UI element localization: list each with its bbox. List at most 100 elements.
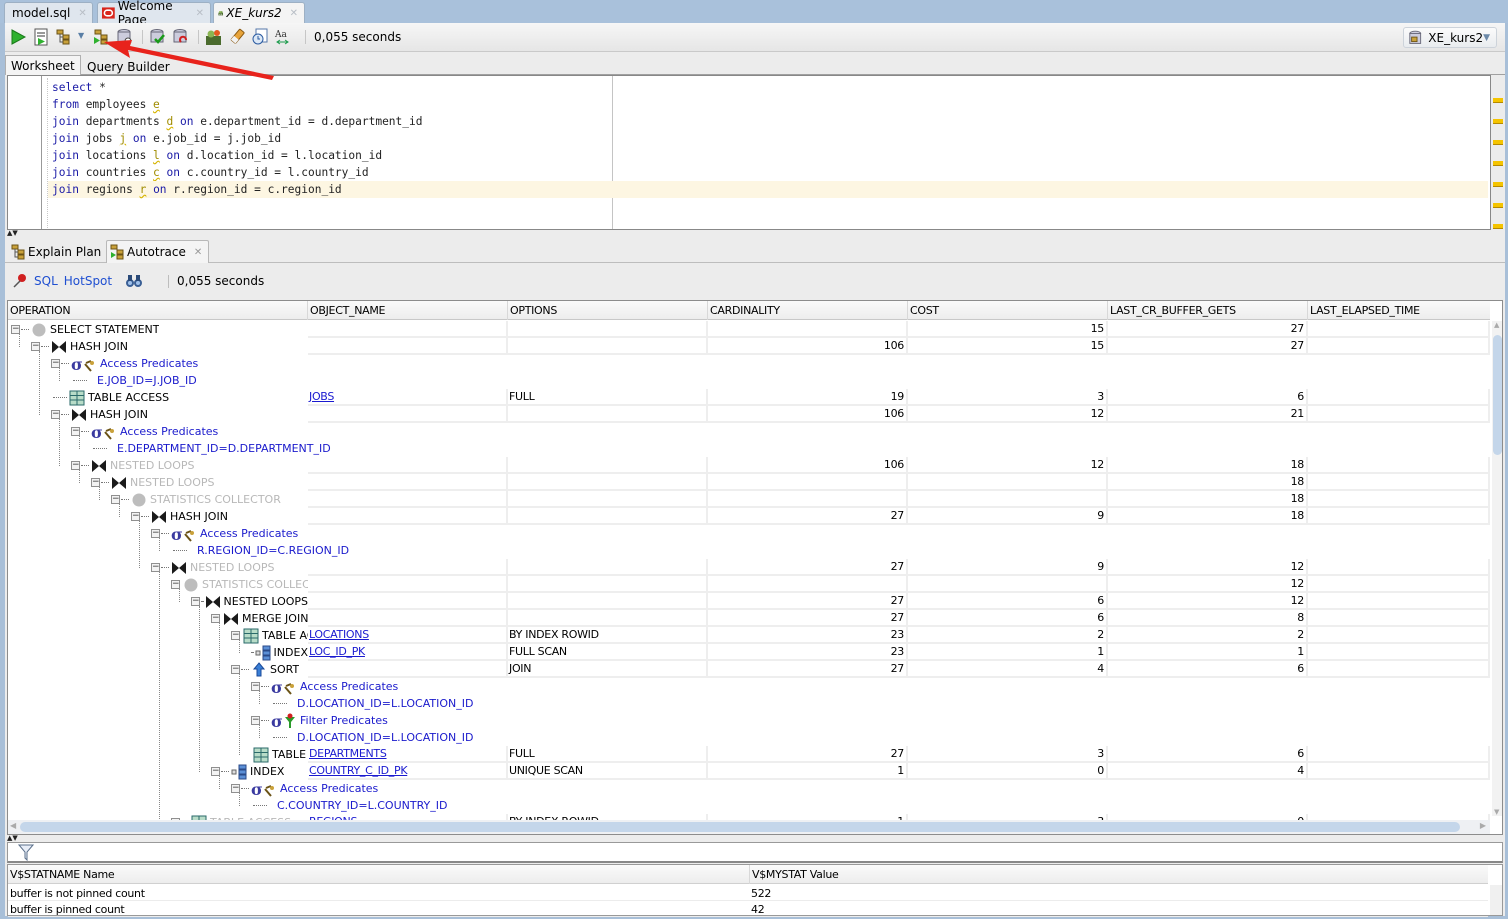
plan-row[interactable]: D.LOCATION_ID=L.LOCATION_ID bbox=[8, 695, 1490, 712]
plan-row[interactable]: 106 12 18 − NESTED LOOPS bbox=[8, 457, 1490, 474]
plan-row[interactable]: − σ Filter Predicates bbox=[8, 712, 1490, 729]
plan-row[interactable]: 15 27 − SELECT STATEMENT bbox=[8, 321, 1490, 338]
cell-object-name[interactable]: LOCATIONS bbox=[308, 627, 508, 644]
plan-row[interactable]: E.JOB_ID=J.JOB_ID bbox=[8, 372, 1490, 389]
column-header-statname[interactable]: V$STATNAME Name bbox=[8, 865, 116, 884]
code-line[interactable]: join regions r on r.region_id = c.region… bbox=[48, 181, 1488, 198]
column-header-last-cr-buffer-gets[interactable]: LAST_CR_BUFFER_GETS bbox=[1108, 301, 1308, 320]
tab-autotrace[interactable]: Autotrace ✕ bbox=[106, 240, 210, 263]
collapse-toggle-icon[interactable]: − bbox=[51, 410, 60, 419]
close-icon[interactable]: ✕ bbox=[78, 8, 86, 19]
column-header-last-elapsed-time[interactable]: LAST_ELAPSED_TIME bbox=[1308, 301, 1490, 320]
plan-row[interactable]: LOCATIONSBY INDEX ROWID2322−TABLE ACCESS bbox=[8, 627, 1490, 644]
run-statement-icon[interactable] bbox=[9, 28, 27, 46]
plan-row[interactable]: 106 15 27 − HASH JOIN bbox=[8, 338, 1490, 355]
column-header-options[interactable]: OPTIONS bbox=[508, 301, 708, 320]
scroll-left-icon[interactable]: ◀ bbox=[10, 821, 16, 830]
warning-marker[interactable] bbox=[1493, 182, 1503, 187]
plan-row[interactable]: DEPARTMENTSFULL2736 TABLE ACCESS bbox=[8, 746, 1490, 763]
warning-marker[interactable] bbox=[1493, 140, 1503, 145]
collapse-toggle-icon[interactable]: − bbox=[191, 597, 200, 606]
plan-row[interactable]: − σ Access Predicates bbox=[8, 355, 1490, 372]
scroll-up-icon[interactable]: ▲ bbox=[1494, 321, 1499, 329]
collapse-toggle-icon[interactable]: − bbox=[171, 580, 180, 589]
warning-marker[interactable] bbox=[1493, 119, 1503, 124]
clear-icon[interactable] bbox=[228, 28, 246, 46]
collapse-toggle-icon[interactable]: − bbox=[51, 359, 60, 368]
collapse-toggle-icon[interactable]: − bbox=[231, 631, 240, 640]
filter-icon[interactable] bbox=[18, 844, 34, 861]
plan-row[interactable]: D.LOCATION_ID=L.LOCATION_ID bbox=[8, 729, 1490, 746]
tab-model-sql[interactable]: SQL model.sql ✕ bbox=[4, 2, 93, 23]
rollback-icon[interactable] bbox=[172, 28, 190, 46]
code-line[interactable]: join countries c on c.country_id = l.cou… bbox=[52, 164, 369, 181]
plan-row[interactable]: 27 6 12 − NESTED LOOPS bbox=[8, 593, 1490, 610]
sql-history-icon[interactable] bbox=[251, 28, 269, 46]
collapse-toggle-icon[interactable]: − bbox=[151, 529, 160, 538]
collapse-toggle-icon[interactable]: − bbox=[111, 495, 120, 504]
cell-object-name[interactable]: COUNTRY_C_ID_PK bbox=[308, 763, 508, 780]
vertical-scrollbar[interactable] bbox=[1490, 885, 1502, 915]
collapse-toggle-icon[interactable]: − bbox=[71, 427, 80, 436]
plan-row[interactable]: 12 − STATISTICS COLLECTOR bbox=[8, 576, 1490, 593]
to-upper-lower-icon[interactable]: Aa bbox=[274, 28, 292, 46]
plan-row[interactable]: − σ Access Predicates bbox=[8, 423, 1490, 440]
unshared-sql-worksheet-icon[interactable] bbox=[205, 28, 223, 46]
tab-worksheet[interactable]: Worksheet bbox=[5, 55, 81, 75]
cell-object-name[interactable]: LOC_ID_PK bbox=[308, 644, 508, 661]
code-line[interactable]: join departments d on e.department_id = … bbox=[52, 113, 423, 130]
code-line[interactable]: select * bbox=[52, 79, 106, 96]
scrollbar-thumb[interactable] bbox=[20, 822, 1460, 832]
plan-row[interactable]: E.DEPARTMENT_ID=D.DEPARTMENT_ID bbox=[8, 440, 1490, 457]
binoculars-icon[interactable] bbox=[125, 273, 143, 289]
collapse-toggle-icon[interactable]: − bbox=[71, 461, 80, 470]
close-icon[interactable]: ✕ bbox=[194, 247, 202, 258]
tab-welcome-page[interactable]: Welcome Page ✕ bbox=[97, 0, 211, 27]
collapse-toggle-icon[interactable]: − bbox=[251, 682, 260, 691]
column-header-cost[interactable]: COST bbox=[908, 301, 1108, 320]
scroll-down-icon[interactable]: ▼ bbox=[1494, 808, 1499, 816]
commit-icon[interactable] bbox=[149, 28, 167, 46]
sql-hotspot-button[interactable]: SQL HotSpot bbox=[12, 273, 112, 289]
horizontal-scrollbar[interactable]: ◀ ▶ bbox=[8, 820, 1490, 834]
plan-row[interactable]: 27 6 8 − MERGE JOIN bbox=[8, 610, 1490, 627]
collapse-toggle-icon[interactable]: − bbox=[91, 478, 100, 487]
plan-row[interactable]: − σ Access Predicates bbox=[8, 678, 1490, 695]
tab-query-builder[interactable]: Query Builder bbox=[82, 57, 175, 77]
plan-row[interactable]: 27 9 12 − NESTED LOOPS bbox=[8, 559, 1490, 576]
code-line[interactable]: join locations l on d.location_id = l.lo… bbox=[52, 147, 382, 164]
column-header-cardinality[interactable]: CARDINALITY bbox=[708, 301, 908, 320]
plan-row[interactable]: JOIN 27 4 6 − SORT bbox=[8, 661, 1490, 678]
warning-marker[interactable] bbox=[1493, 98, 1503, 103]
autotrace-icon[interactable] bbox=[93, 28, 111, 46]
cell-object-name[interactable]: JOBS bbox=[308, 389, 508, 406]
collapse-toggle-icon[interactable]: − bbox=[211, 614, 220, 623]
vertical-scrollbar[interactable]: ▲ ▼ bbox=[1492, 321, 1502, 816]
close-icon[interactable]: ✕ bbox=[290, 8, 298, 19]
collapse-toggle-icon[interactable]: − bbox=[131, 512, 140, 521]
collapse-toggle-icon[interactable]: − bbox=[251, 716, 260, 725]
cell-object-name[interactable]: DEPARTMENTS bbox=[308, 746, 508, 763]
stats-filter-bar[interactable] bbox=[7, 842, 1503, 863]
splitter-arrows[interactable]: ▲▼ bbox=[7, 230, 27, 237]
code-line[interactable]: join jobs j on e.job_id = j.job_id bbox=[52, 130, 281, 147]
plan-row[interactable]: − σ Access Predicates bbox=[8, 525, 1490, 542]
stats-row[interactable]: buffer is not pinned count 522 bbox=[8, 885, 1488, 901]
code-line[interactable]: from employees e bbox=[52, 96, 160, 113]
plan-row[interactable]: − σ Access Predicates bbox=[8, 780, 1490, 797]
collapse-toggle-icon[interactable]: − bbox=[211, 767, 220, 776]
plan-row[interactable]: LOC_ID_PK FULL SCAN 23 1 1 INDEX bbox=[8, 644, 1490, 661]
sql-tuning-advisor-icon[interactable] bbox=[116, 28, 134, 46]
close-icon[interactable]: ✕ bbox=[196, 8, 204, 19]
collapse-toggle-icon[interactable]: − bbox=[31, 342, 40, 351]
plan-row[interactable]: C.COUNTRY_ID=L.COUNTRY_ID bbox=[8, 797, 1490, 814]
plan-row[interactable]: 18 − STATISTICS COLLECTOR bbox=[8, 491, 1490, 508]
warning-marker[interactable] bbox=[1493, 203, 1503, 208]
plan-row[interactable]: 106 12 21 − HASH JOIN bbox=[8, 406, 1490, 423]
explain-plan-icon[interactable] bbox=[55, 28, 73, 46]
collapse-toggle-icon[interactable]: − bbox=[151, 563, 160, 572]
sql-editor[interactable]: select * from employees e join departments… bbox=[7, 75, 1491, 230]
splitter-arrows[interactable]: ▲▼ bbox=[7, 835, 27, 842]
collapse-toggle-icon[interactable]: − bbox=[11, 325, 20, 334]
plan-row[interactable]: 27 9 18 − HASH JOIN bbox=[8, 508, 1490, 525]
